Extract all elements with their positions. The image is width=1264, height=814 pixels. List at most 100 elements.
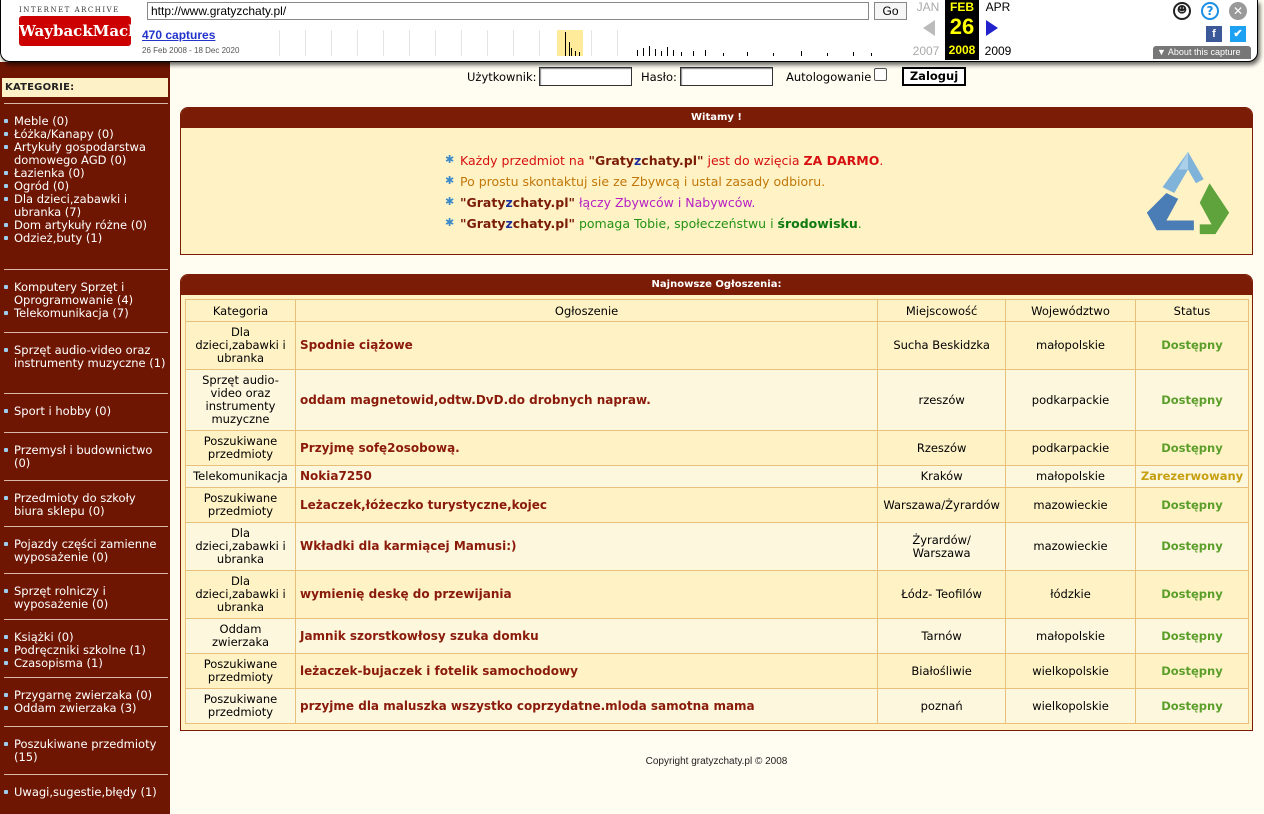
username-input[interactable] — [539, 67, 632, 86]
cell-ad-title[interactable]: wymienię deskę do przewijania — [294, 570, 879, 619]
facebook-icon[interactable]: f — [1206, 26, 1222, 42]
cell-category: Poszukiwane przedmioty — [185, 430, 296, 466]
cell-region: podkarpackie — [1005, 430, 1136, 466]
username-label: Użytkownik: — [467, 70, 537, 84]
help-icon[interactable]: ? — [1201, 2, 1219, 20]
url-input[interactable]: http://www.gratyzchaty.pl/ — [147, 2, 869, 20]
category-link[interactable]: Przemysł i budownictwo (0) — [0, 444, 170, 470]
welcome-emphasis: środowisku — [777, 216, 858, 231]
prev-capture-icon[interactable] — [923, 20, 935, 36]
next-year[interactable]: 2009 — [981, 44, 1015, 58]
category-link[interactable]: Poszukiwane przedmioty (15) — [0, 738, 170, 764]
cell-ad-title[interactable]: Spodnie ciążowe — [294, 321, 879, 370]
welcome-text: pomaga Tobie, społeczeństwu i — [575, 216, 778, 231]
table-row: Poszukiwane przedmioty przyjme dla malusz… — [185, 688, 1250, 724]
bullet-icon — [4, 119, 8, 123]
category-label: Czasopisma (1) — [14, 656, 103, 670]
table-row: Poszukiwane przedmioty Leżaczek,łóżeczko … — [185, 487, 1250, 523]
table-row: Poszukiwane przedmioty Przyjmę sofę2osobo… — [185, 430, 1250, 466]
category-link[interactable]: Oddam zwierzaka (3) — [0, 702, 170, 715]
category-separator — [4, 726, 168, 727]
capture-bar — [801, 51, 802, 56]
year-column — [409, 30, 410, 56]
password-input[interactable] — [680, 67, 773, 86]
cell-category: Poszukiwane przedmioty — [185, 688, 296, 724]
category-label: Meble (0) — [14, 114, 69, 128]
welcome-emphasis: ZA DARMO — [803, 153, 880, 168]
category-link[interactable]: Sprzęt audio-video oraz instrumenty muzy… — [0, 344, 170, 370]
category-link[interactable]: Odzież,buty (1) — [0, 232, 170, 245]
cell-ad-title[interactable]: Nokia7250 — [294, 465, 879, 488]
bullet-icon — [4, 661, 8, 665]
category-link[interactable]: Dla dzieci,zabawki i ubranka (7) — [0, 193, 170, 219]
capture-sparkline[interactable] — [253, 30, 913, 56]
prev-year[interactable]: 2007 — [909, 44, 943, 58]
bullet-icon — [4, 197, 8, 201]
category-link[interactable]: Sport i hobby (0) — [0, 405, 170, 418]
cell-category: Poszukiwane przedmioty — [185, 653, 296, 689]
category-link[interactable]: Pojazdy części zamienne wyposażenie (0) — [0, 538, 170, 564]
current-capture-date: FEB 26 2008 — [945, 0, 979, 60]
autologin-checkbox[interactable] — [874, 68, 887, 81]
category-separator — [4, 774, 168, 775]
cell-city: Łódz- Teofilów — [877, 570, 1007, 619]
captures-link[interactable]: 470 captures — [142, 28, 215, 42]
cell-status: Dostępny — [1134, 430, 1250, 466]
go-button[interactable]: Go — [874, 2, 907, 20]
cell-category: Dla dzieci,zabawki i ubranka — [185, 522, 296, 571]
capture-bar — [637, 50, 638, 56]
category-link[interactable]: Uwagi,sugestie,błędy (1) — [0, 786, 170, 799]
autologin-label: Autologowanie — [786, 70, 872, 84]
capture-bar — [579, 52, 580, 56]
cell-city: Tarnów — [877, 618, 1007, 654]
capture-bar — [575, 51, 576, 56]
table-row: Dla dzieci,zabawki i ubranka wymienię des… — [185, 570, 1250, 619]
cell-ad-title[interactable]: przyjme dla maluszka wszystko coprzydatn… — [294, 688, 879, 724]
category-separator — [4, 619, 168, 620]
next-month[interactable]: APR — [981, 0, 1015, 14]
close-icon[interactable]: ✕ — [1229, 2, 1247, 20]
category-link[interactable]: Sprzęt rolniczy i wyposażenie (0) — [0, 585, 170, 611]
category-link[interactable]: Artykuły gospodarstwa domowego AGD (0) — [0, 141, 170, 167]
cell-region: małopolskie — [1005, 618, 1136, 654]
cell-ad-title[interactable]: Leżaczek,łóżeczko turystyczne,kojec — [294, 487, 879, 523]
category-label: Ogród (0) — [14, 179, 70, 193]
col-header-ad: Ogłoszenie — [294, 299, 879, 322]
capture-bar — [705, 50, 706, 56]
bullet-icon: ✱ — [445, 174, 455, 187]
cell-ad-title[interactable]: Przyjmę sofę2osobową. — [294, 430, 879, 466]
category-link[interactable]: Przedmioty do szkoły biura sklepu (0) — [0, 492, 170, 518]
twitter-icon[interactable]: ✔ — [1230, 26, 1246, 42]
category-link[interactable]: Komputery Sprzęt i Oprogramowanie (4) — [0, 281, 170, 307]
about-capture-button[interactable]: ▼ About this capture — [1153, 46, 1251, 59]
cell-ad-title[interactable]: Wkładki dla karmiącej Mamusi:) — [294, 522, 879, 571]
wayback-logo[interactable]: INTERNET ARCHIVE WaybackMachine — [9, 2, 165, 56]
prev-month[interactable]: JAN — [911, 0, 945, 14]
table-row: Oddam zwierzaka Jamnik szorstkowłosy szuk… — [185, 618, 1250, 654]
cell-ad-title[interactable]: oddam magnetowid,odtw.DvD.do drobnych na… — [294, 369, 879, 431]
cell-ad-title[interactable]: Jamnik szorstkowłosy szuka domku — [294, 618, 879, 654]
year-column — [461, 30, 462, 56]
table-header-row: Kategoria Ogłoszenie Miejscowość Wojewód… — [185, 299, 1250, 322]
col-header-region: Województwo — [1005, 299, 1136, 322]
welcome-text: łączy Zbywców i Nabywców. — [575, 195, 756, 210]
bullet-icon — [4, 145, 8, 149]
category-link[interactable]: Telekomunikacja (7) — [0, 307, 170, 320]
cell-ad-title[interactable]: leżaczek-bujaczek i fotelik samochodowy — [294, 653, 879, 689]
current-year: 2008 — [948, 43, 976, 57]
table-row: Poszukiwane przedmioty leżaczek-bujaczek … — [185, 653, 1250, 689]
cell-city: Warszawa/Żyrardów — [877, 487, 1007, 523]
category-label: Pojazdy części zamienne wyposażenie (0) — [14, 537, 157, 564]
category-link[interactable]: Czasopisma (1) — [0, 657, 170, 670]
category-label: Artykuły gospodarstwa domowego AGD (0) — [14, 140, 146, 167]
category-label: Podręczniki szkolne (1) — [14, 643, 146, 657]
cell-region: małopolskie — [1005, 321, 1136, 370]
user-icon[interactable]: ☻ — [1173, 2, 1191, 20]
category-label: Łazienka (0) — [14, 166, 85, 180]
bullet-icon — [4, 706, 8, 710]
category-label: Uwagi,sugestie,błędy (1) — [14, 785, 157, 799]
next-capture-icon[interactable] — [986, 20, 998, 36]
cell-region: wielkopolskie — [1005, 653, 1136, 689]
login-button[interactable]: Zaloguj — [902, 67, 966, 86]
brand-part: chaty.pl" — [641, 153, 704, 168]
